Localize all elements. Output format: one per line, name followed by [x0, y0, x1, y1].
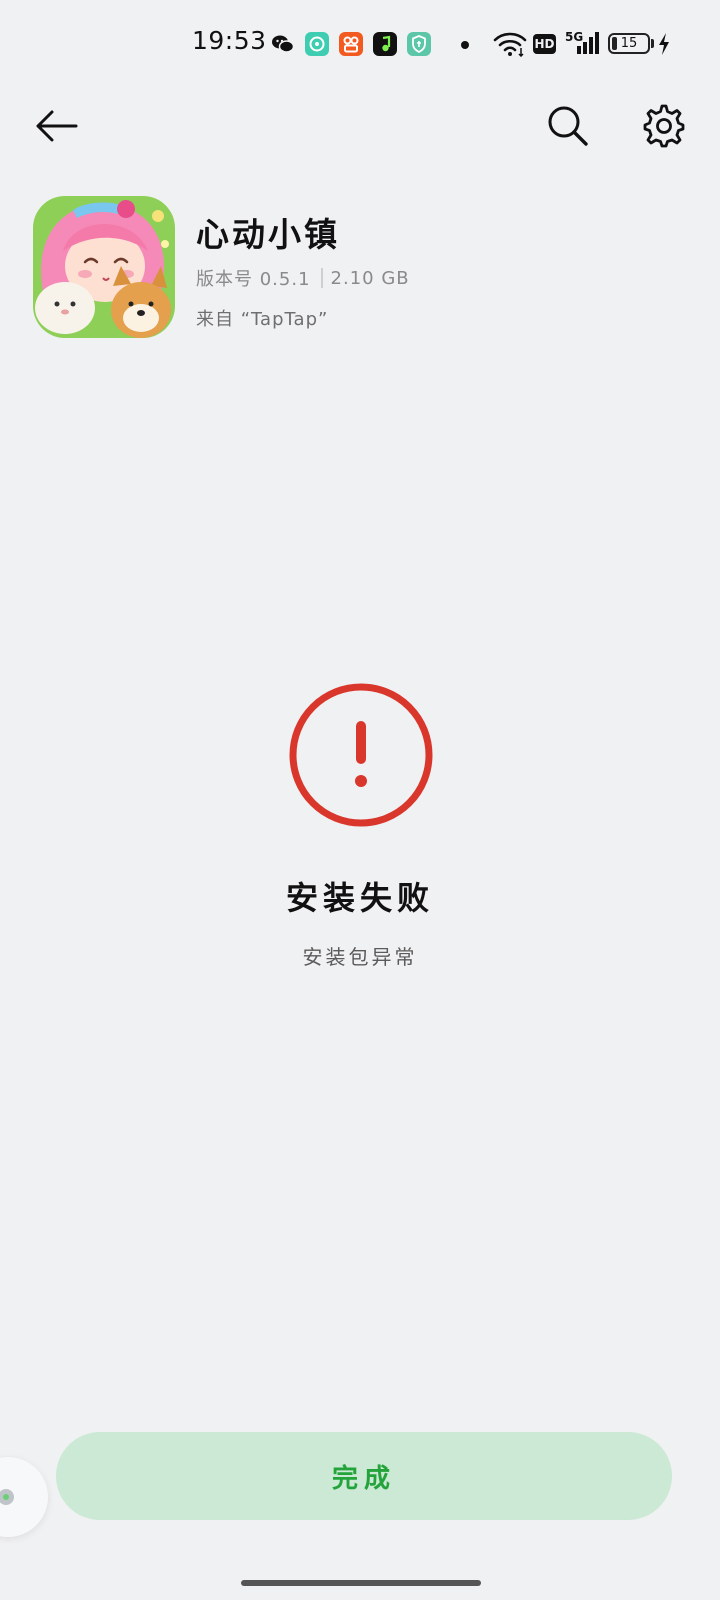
- done-button[interactable]: 完成: [56, 1432, 672, 1520]
- app-source: 来自 “TapTap”: [196, 309, 329, 330]
- shield-app-icon: [407, 32, 431, 56]
- music-app-icon: [373, 32, 397, 56]
- settings-button[interactable]: [636, 98, 692, 154]
- app-size: 2.10 GB: [330, 267, 410, 289]
- kuaishou-icon: [339, 32, 363, 56]
- app-icon: [33, 196, 175, 338]
- charging-bolt-icon: [657, 32, 671, 60]
- notification-dot: [461, 41, 469, 49]
- back-button[interactable]: [28, 98, 84, 154]
- status-bar: 19:53 HD 5G 15: [0, 0, 720, 90]
- app-meta: 版本号 0.5.1 2.10 GB: [196, 265, 410, 291]
- status-time: 19:53: [192, 26, 267, 55]
- floating-assistant-ball[interactable]: [0, 1457, 48, 1537]
- wifi-icon: [493, 31, 527, 61]
- battery-cap: [651, 39, 654, 48]
- error-exclamation-icon: [287, 681, 435, 829]
- app-name: 心动小镇: [196, 215, 340, 254]
- gear-icon: [643, 104, 685, 148]
- home-indicator[interactable]: [241, 1580, 481, 1586]
- arrow-left-icon: [36, 110, 78, 142]
- hd-badge: HD: [533, 34, 556, 54]
- error-description: 安装包异常: [302, 945, 418, 969]
- assistant-icon: [0, 1489, 14, 1505]
- bubble-app-icon: [305, 32, 329, 56]
- wechat-icon: [271, 32, 295, 56]
- signal-icon: [576, 31, 600, 59]
- battery-level: 15: [620, 36, 638, 51]
- error-title: 安装失败: [285, 879, 434, 917]
- battery-icon: 15: [608, 33, 650, 54]
- search-icon: [548, 106, 588, 146]
- search-button[interactable]: [540, 98, 596, 154]
- app-version: 版本号 0.5.1: [196, 269, 311, 290]
- meta-divider: [320, 268, 323, 288]
